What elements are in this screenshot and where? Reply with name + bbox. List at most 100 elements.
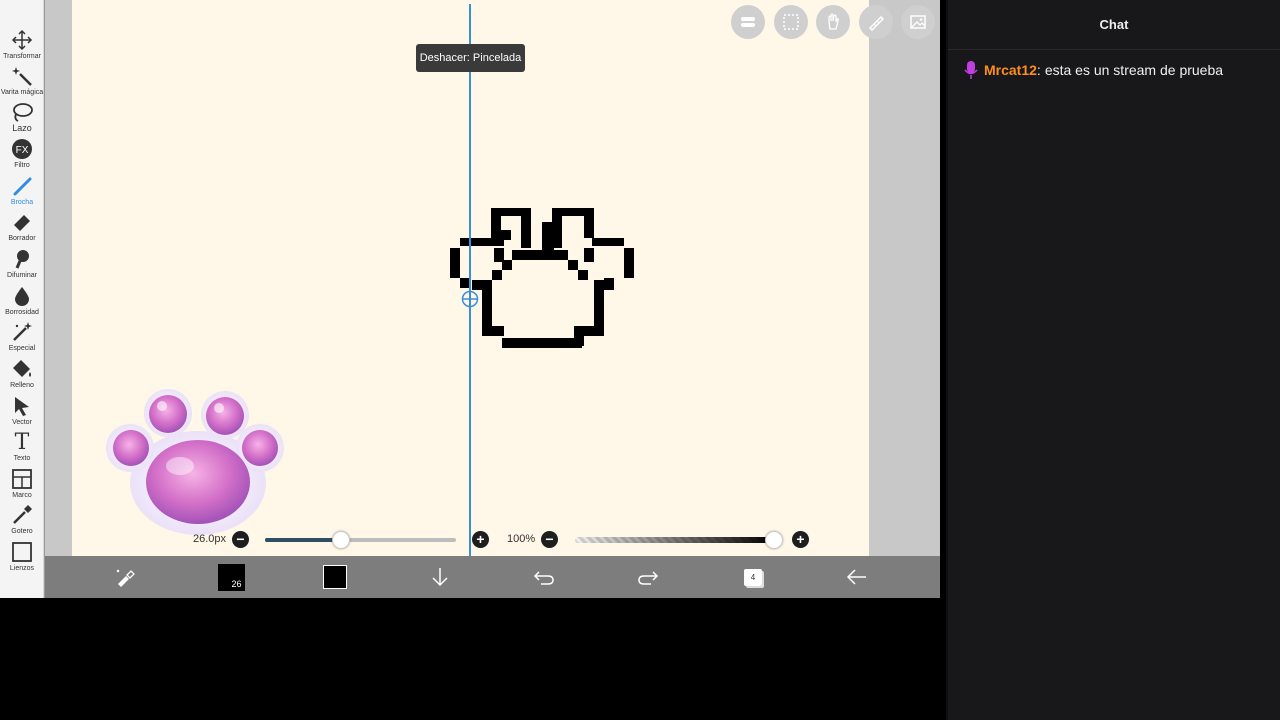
move-icon — [11, 29, 33, 51]
opacity-increase-button[interactable]: + — [792, 531, 809, 548]
undo-icon — [533, 571, 554, 585]
fx-icon: FX — [12, 139, 32, 159]
tool-marco[interactable]: Marco — [0, 467, 44, 503]
tool-lienzos[interactable]: Lienzos — [0, 540, 44, 576]
arrow-left-icon — [846, 569, 866, 585]
tool-borrador[interactable]: Borrador — [0, 210, 44, 246]
chat-message: Mrcat12 : esta es un stream de prueba — [964, 60, 1223, 80]
back-button[interactable] — [837, 556, 877, 598]
tool-vector[interactable]: Vector — [0, 394, 44, 430]
chat-username[interactable]: Mrcat12 — [984, 62, 1037, 78]
layer-count-badge: 4 — [744, 568, 762, 586]
tool-brocha[interactable]: Brocha — [0, 174, 44, 210]
eraser-icon — [14, 215, 30, 231]
tool-label: Lazo — [12, 123, 32, 133]
chat-title: Chat — [948, 0, 1280, 50]
brush-thumb-size: 26 — [231, 578, 242, 589]
pixel-paw-drawing — [450, 208, 634, 348]
tool-filtro[interactable]: FX Filtro — [0, 137, 44, 173]
reference-image-button[interactable] — [901, 5, 935, 39]
opacity-slider[interactable] — [575, 537, 774, 543]
tool-label: Borrador — [8, 235, 36, 242]
brush-size-increase-button[interactable]: + — [472, 531, 489, 548]
brush-select-button[interactable]: 26 — [211, 556, 251, 598]
undo-button[interactable] — [524, 556, 564, 598]
canvas-margin-right — [869, 0, 940, 556]
tool-varita-magica[interactable]: Varita mágica — [0, 64, 44, 100]
text-icon: T — [14, 429, 30, 455]
fill-bucket-icon — [13, 360, 31, 377]
lasso-icon — [13, 103, 33, 122]
color-swatch — [323, 565, 347, 589]
layers-button[interactable]: 4 — [733, 556, 773, 598]
frame-icon — [12, 469, 32, 489]
pink-paw-sticker — [106, 389, 284, 535]
brush-settings-row: 26.0px − + 100% − + — [0, 528, 940, 552]
canvas-margin-left — [45, 0, 72, 556]
arrow-down-icon — [432, 568, 448, 587]
tool-relleno[interactable]: Relleno — [0, 357, 44, 393]
tool-label: Vector — [12, 419, 32, 426]
reference-image-icon — [910, 15, 926, 29]
bottom-toolbar: 26 4 — [45, 556, 940, 598]
hand-icon — [828, 13, 839, 30]
quick-menu-button[interactable] — [105, 556, 145, 598]
tool-label: Texto — [13, 455, 31, 462]
ruler-button[interactable] — [859, 5, 893, 39]
chat-text: esta es un stream de prueba — [1044, 62, 1224, 78]
blur-drop-icon — [15, 287, 29, 306]
brush-size-knob[interactable] — [332, 531, 351, 549]
color-button[interactable] — [315, 556, 355, 598]
magic-wand-icon — [12, 67, 32, 86]
brush-size-label: 26.0px — [193, 533, 227, 545]
tool-label: Relleno — [10, 382, 34, 389]
smudge-icon — [15, 250, 29, 269]
vector-arrow-icon — [15, 397, 29, 416]
canvas-icon — [12, 542, 32, 562]
empty-letterbox — [0, 598, 946, 720]
layers-toggle-button[interactable] — [731, 5, 765, 39]
tool-sidebar: Transformar Varita mágica Lazo FX Filtro… — [0, 0, 44, 598]
tool-gotero[interactable]: Gotero — [0, 503, 44, 539]
hand-button[interactable] — [816, 5, 850, 39]
selection-icon — [783, 14, 799, 30]
brush-thumbnail: 26 — [217, 563, 245, 591]
tool-lazo[interactable]: Lazo — [0, 100, 44, 136]
drawing-app: Deshacer: Pincelada 26.0px − + 100% − + — [0, 0, 940, 598]
tool-label: Borrosidad — [5, 309, 39, 316]
tool-especial[interactable]: Especial — [0, 320, 44, 356]
tool-label: Gotero — [11, 528, 33, 535]
brush-size-decrease-button[interactable]: − — [232, 531, 249, 548]
tool-label: Lienzos — [9, 565, 35, 572]
tool-label: Marco — [12, 492, 32, 499]
brush-size-fill — [265, 538, 342, 542]
opacity-decrease-button[interactable]: − — [541, 531, 558, 548]
tool-texto[interactable]: T Texto — [0, 430, 44, 466]
special-wand-icon — [13, 322, 32, 341]
chat-separator: : — [1036, 62, 1041, 78]
selection-button[interactable] — [774, 5, 808, 39]
brush-size-slider[interactable] — [265, 538, 456, 542]
tool-label: Transformar — [3, 53, 41, 60]
import-button[interactable] — [420, 556, 460, 598]
undo-tooltip: Deshacer: Pincelada — [416, 44, 525, 72]
redo-icon — [638, 571, 659, 585]
opacity-knob[interactable] — [765, 531, 783, 549]
tool-label: Filtro — [14, 162, 30, 169]
tool-label: Varita mágica — [0, 89, 44, 96]
tool-borrosidad[interactable]: Borrosidad — [0, 284, 44, 320]
fx-glyph: FX — [16, 145, 29, 156]
layers-toggle-icon — [741, 17, 755, 27]
ruler-icon — [868, 15, 885, 31]
redo-button[interactable] — [628, 556, 668, 598]
opacity-label: 100% — [507, 533, 536, 545]
microphone-icon — [964, 61, 978, 79]
symmetry-guide-line[interactable] — [469, 4, 471, 598]
tool-difuminar[interactable]: Difuminar — [0, 247, 44, 283]
eyedropper-icon — [13, 505, 32, 524]
tool-transformar[interactable]: Transformar — [0, 28, 44, 64]
tool-label: Brocha — [10, 199, 34, 206]
brush-icon — [13, 177, 32, 196]
brush-eraser-toggle-icon — [116, 569, 135, 587]
chat-panel: Chat Mrcat12 : esta es un stream de prue… — [946, 0, 1280, 720]
